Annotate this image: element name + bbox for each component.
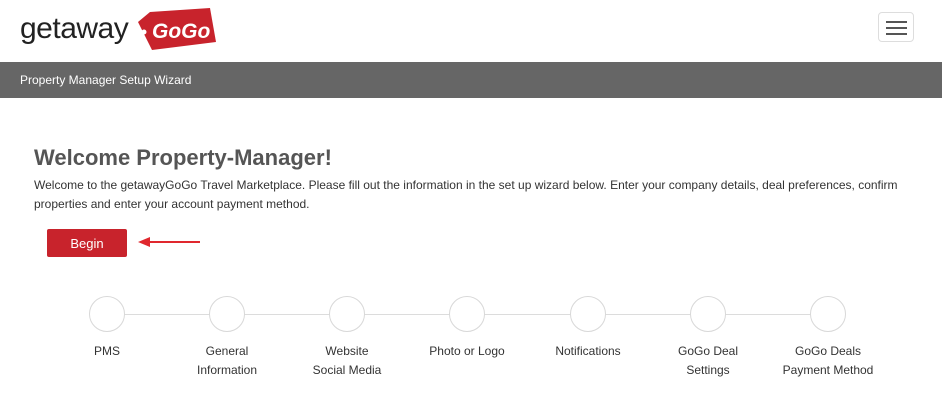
step-label: Photo or Logo [429,344,505,358]
step-general-information[interactable]: General Information [172,296,282,379]
step-circle [329,296,365,332]
step-gogo-deal-settings[interactable]: GoGo Deal Settings [653,296,763,379]
step-circle [449,296,485,332]
step-circle [209,296,245,332]
welcome-description: Welcome to the getawayGoGo Travel Market… [34,178,898,211]
step-label: GoGo Deals Payment Method [782,344,874,377]
logo-text: getaway [20,12,129,45]
begin-button[interactable]: Begin [47,229,127,257]
logo-tag: GoGo [138,8,216,50]
step-label: Website Social Media [312,344,382,377]
step-website-social-media[interactable]: Website Social Media [292,296,402,379]
step-circle [89,296,125,332]
site-header: getaway GoGo [0,0,942,62]
getawaygogo-logo[interactable]: getaway GoGo [20,8,216,52]
step-circle [690,296,726,332]
hamburger-bar [886,27,907,29]
step-gogo-deals-payment-method[interactable]: GoGo Deals Payment Method [773,296,883,379]
hamburger-menu-button[interactable] [878,12,914,42]
hamburger-bar [886,33,907,35]
step-pms[interactable]: PMS [52,296,162,361]
page-title: Welcome Property-Manager! [34,145,332,170]
step-label: PMS [93,344,120,358]
wizard-title: Property Manager Setup Wizard [20,73,192,87]
step-label: Notifications [555,344,621,358]
step-photo-or-logo[interactable]: Photo or Logo [412,296,522,361]
step-notifications[interactable]: Notifications [533,296,643,361]
step-circle [570,296,606,332]
hamburger-bar [886,21,907,23]
step-label: General Information [196,344,258,377]
arrow-left-icon [138,237,200,247]
step-label: GoGo Deal Settings [677,344,739,377]
logo-tag-text: GoGo [152,20,210,43]
wizard-title-bar: Property Manager Setup Wizard [0,62,942,98]
step-circle [810,296,846,332]
